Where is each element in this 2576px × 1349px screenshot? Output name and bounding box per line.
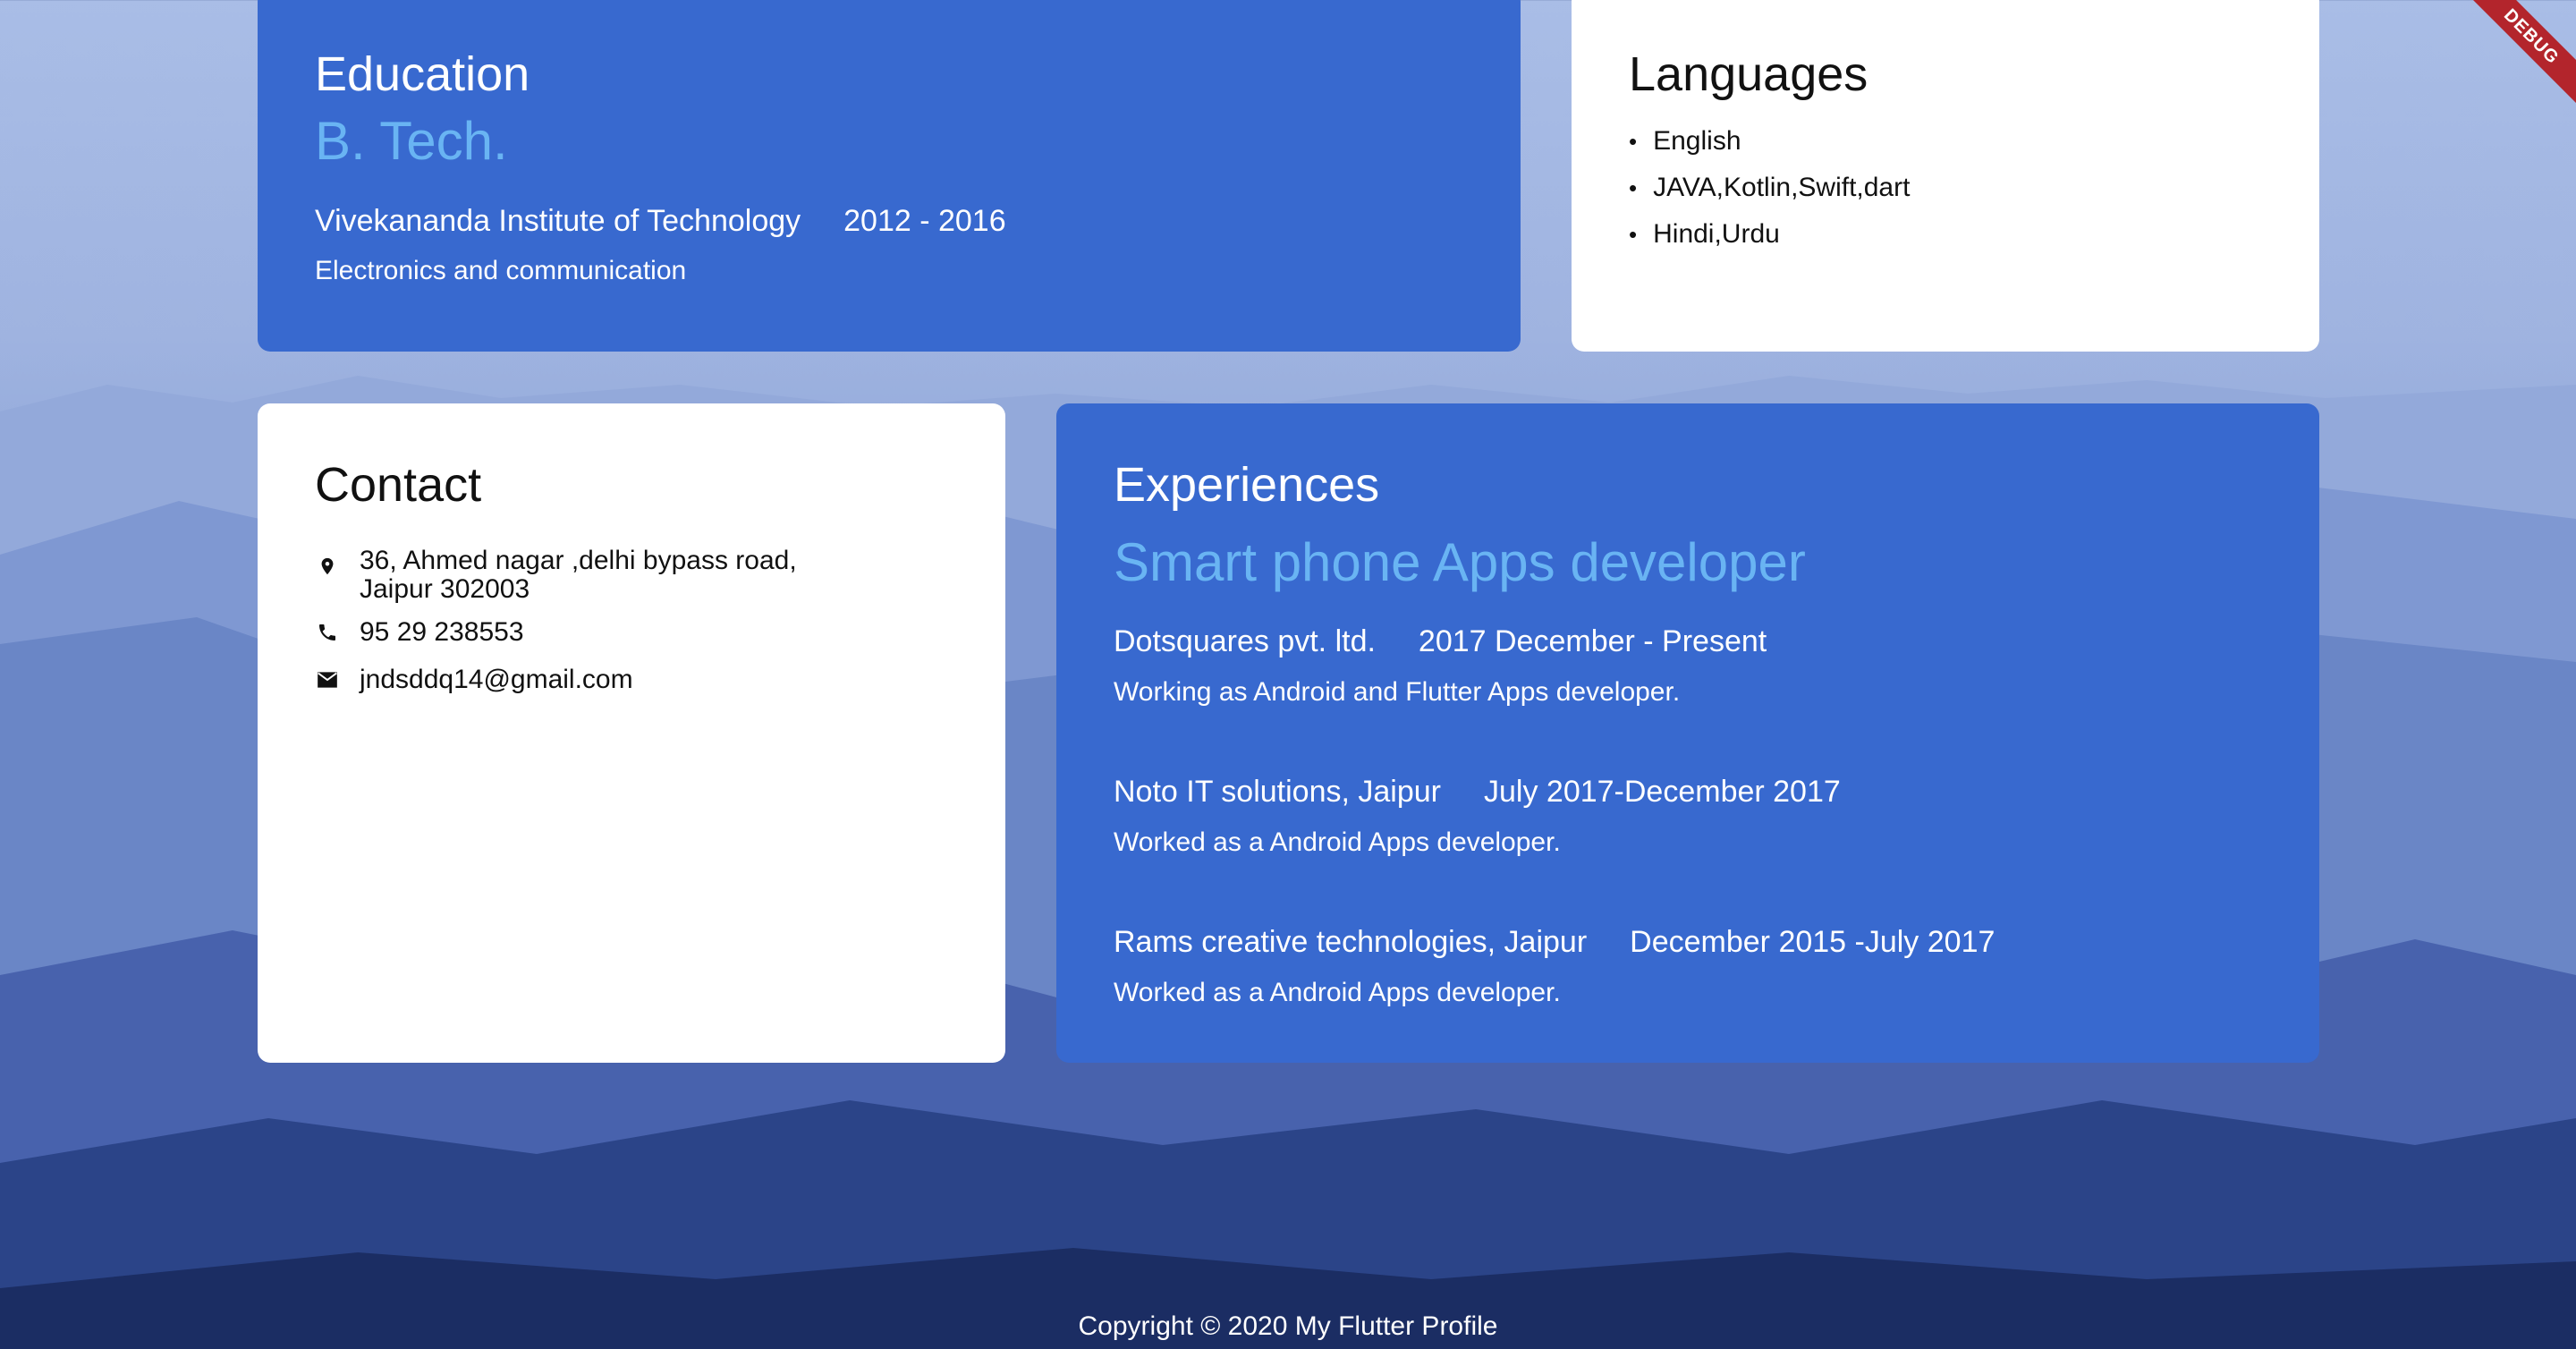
phone-icon xyxy=(315,618,340,647)
list-item: • JAVA,Kotlin,Swift,dart xyxy=(1629,165,1910,211)
bullet-icon: • xyxy=(1629,128,1638,155)
address-line-1: 36, Ahmed nagar ,delhi bypass road, xyxy=(360,546,797,575)
bullet-icon: • xyxy=(1629,221,1638,248)
languages-title: Languages xyxy=(1629,47,1868,101)
job-period: July 2017-December 2017 xyxy=(1484,775,1841,809)
degree-heading: B. Tech. xyxy=(315,111,508,171)
contact-card: Contact 36, Ahmed nagar ,delhi bypass ro… xyxy=(258,403,1005,1063)
mail-icon xyxy=(315,666,340,694)
language-label: English xyxy=(1653,126,1741,156)
footer-copyright: Copyright © 2020 My Flutter Profile xyxy=(1078,1311,1498,1341)
education-card: Education B. Tech. Vivekananda Institute… xyxy=(258,0,1521,352)
company-name: Dotsquares pvt. ltd. xyxy=(1114,624,1376,658)
company-name: Noto IT solutions, Jaipur xyxy=(1114,775,1441,809)
education-field: Electronics and communication xyxy=(315,256,687,285)
phone-number: 95 29 238553 xyxy=(360,617,524,647)
contact-phone: 95 29 238553 xyxy=(315,618,524,647)
bullet-icon: • xyxy=(1629,174,1638,201)
company-name: Rams creative technologies, Jaipur xyxy=(1114,925,1588,959)
languages-card: Languages • English • JAVA,Kotlin,Swift,da… xyxy=(1572,0,2319,352)
experiences-title: Experiences xyxy=(1114,458,1380,512)
job-period: 2017 December - Present xyxy=(1418,624,1767,658)
education-institute-row: Vivekananda Institute of Technology 2012… xyxy=(315,204,1006,239)
role-heading: Smart phone Apps developer xyxy=(1114,532,1806,592)
languages-list: • English • JAVA,Kotlin,Swift,dart • Hindi,… xyxy=(1629,118,1910,258)
location-pin-icon xyxy=(315,552,340,581)
job-period: December 2015 -July 2017 xyxy=(1630,925,1996,959)
experience-item: Dotsquares pvt. ltd. 2017 December - Pre… xyxy=(1114,624,1767,708)
list-item: • Hindi,Urdu xyxy=(1629,211,1910,258)
experiences-card: Experiences Smart phone Apps developer D… xyxy=(1056,403,2319,1063)
job-description: Worked as a Android Apps developer. xyxy=(1114,978,1561,1007)
education-title: Education xyxy=(315,47,530,101)
list-item: • English xyxy=(1629,118,1910,165)
education-years: 2012 - 2016 xyxy=(843,204,1006,238)
address-line-2: Jaipur 302003 xyxy=(360,574,530,604)
language-label: Hindi,Urdu xyxy=(1653,219,1780,249)
experience-item: Rams creative technologies, Jaipur Decem… xyxy=(1114,925,1995,1008)
email-address: jndsddq14@gmail.com xyxy=(360,665,633,694)
contact-address: 36, Ahmed nagar ,delhi bypass road, Jaip… xyxy=(315,547,797,604)
contact-email: jndsddq14@gmail.com xyxy=(315,666,633,694)
experience-item: Noto IT solutions, Jaipur July 2017-Dece… xyxy=(1114,775,1841,858)
job-description: Working as Android and Flutter Apps deve… xyxy=(1114,677,1681,707)
contact-title: Contact xyxy=(315,458,482,512)
institute-name: Vivekananda Institute of Technology xyxy=(315,204,801,238)
language-label: JAVA,Kotlin,Swift,dart xyxy=(1653,173,1911,202)
job-description: Worked as a Android Apps developer. xyxy=(1114,827,1561,857)
